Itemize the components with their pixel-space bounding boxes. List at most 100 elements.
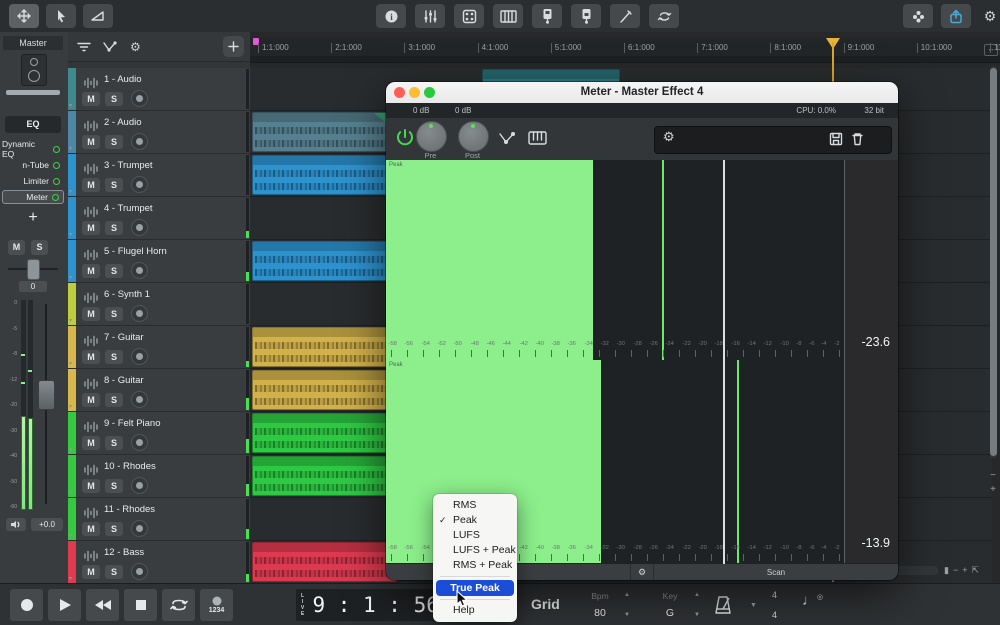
track-mute-button[interactable]: M [82,436,100,450]
track-collapse-icon[interactable]: ▾ [69,102,72,109]
info-button[interactable]: i [376,4,406,28]
track-row[interactable]: ▾10 - RhodesMS [68,455,250,498]
master-fader-handle[interactable] [38,380,55,410]
track-record-button[interactable] [131,262,148,279]
audio-clip[interactable] [252,112,397,152]
track-solo-button[interactable]: S [105,92,123,106]
track-solo-button[interactable]: S [105,264,123,278]
post-gain-knob[interactable] [458,121,489,152]
zoom-window-button[interactable] [424,87,435,98]
track-record-button[interactable] [131,434,148,451]
track-collapse-icon[interactable]: ▾ [69,532,72,539]
close-window-button[interactable] [394,87,405,98]
track-row[interactable]: ▾12 - BassMS [68,541,250,584]
track-mute-button[interactable]: M [82,264,100,278]
track-solo-button[interactable]: S [105,393,123,407]
track-row[interactable]: ▾9 - Felt PianoMS [68,412,250,455]
loop-toggle-button[interactable] [162,589,195,621]
effect-item-n-tube[interactable]: n-Tube [2,158,64,172]
track-row[interactable]: ▾2 - AudioMS [68,111,250,154]
track-record-button[interactable] [131,219,148,236]
play-button[interactable] [48,589,81,621]
zoom-in-v-button[interactable]: + [988,484,998,495]
settings-gear-icon[interactable]: ⚙ [979,8,1000,25]
effect-power-icon[interactable] [53,178,60,185]
master-gain-value[interactable]: +0.0 [31,518,63,531]
audio-track-button[interactable] [532,4,562,28]
monitor-toggle[interactable] [6,518,26,531]
track-record-button[interactable] [131,90,148,107]
pads-button[interactable] [454,4,484,28]
track-record-button[interactable] [131,477,148,494]
track-mute-button[interactable]: M [82,92,100,106]
window-titlebar[interactable]: Meter - Master Effect 4 [386,82,898,104]
track-solo-button[interactable]: S [105,307,123,321]
record-button[interactable] [10,589,43,621]
track-collapse-icon[interactable]: ▾ [69,231,72,238]
meter-options-gear-icon[interactable]: ⚙ [630,564,654,580]
effect-item-dynamic-eq[interactable]: Dynamic EQ [2,142,64,156]
power-icon[interactable] [395,128,415,148]
track-collapse-icon[interactable]: ▾ [69,360,72,367]
track-filter-icon[interactable] [76,41,92,53]
track-record-button[interactable] [131,305,148,322]
effect-power-icon[interactable] [52,194,59,201]
track-record-button[interactable] [131,520,148,537]
track-solo-button[interactable]: S [105,178,123,192]
audio-clip[interactable] [252,542,397,582]
count-in-button[interactable]: 1234 [200,589,233,621]
speaker-icon[interactable] [21,54,47,86]
time-signature[interactable]: 4 4 [772,590,777,620]
track-row[interactable]: ▾5 - Flugel HornMS [68,240,250,283]
track-mute-button[interactable]: M [82,350,100,364]
pre-gain-knob[interactable] [416,121,447,152]
audio-clip[interactable] [252,413,397,453]
menu-item-rms[interactable]: RMS [433,498,517,513]
key-down-icon[interactable]: ▼ [694,612,700,618]
automation-icon[interactable] [102,40,120,53]
bpm-value[interactable]: 80 [578,607,622,619]
key-value[interactable]: G [648,607,692,619]
track-collapse-icon[interactable]: ▾ [69,317,72,324]
menu-item-lufs-+-peak[interactable]: LUFS + Peak [433,543,517,558]
share-button[interactable] [941,4,971,28]
preset-selector[interactable]: - ⚙ [654,126,892,154]
track-solo-button[interactable]: S [105,350,123,364]
tuner-button[interactable] [610,4,640,28]
key-up-icon[interactable]: ▲ [694,592,700,598]
move-tool-button[interactable] [9,4,39,28]
track-row[interactable]: ▾11 - RhodesMS [68,498,250,541]
track-collapse-icon[interactable]: ▾ [69,575,72,582]
audio-clip[interactable] [252,327,397,367]
track-solo-button[interactable]: S [105,436,123,450]
track-collapse-icon[interactable]: ▾ [69,446,72,453]
track-collapse-icon[interactable]: ▾ [69,403,72,410]
master-mute-button[interactable]: M [8,240,25,255]
track-mute-button[interactable]: M [82,522,100,536]
meter-scan-button[interactable]: Scan [654,568,898,577]
track-settings-gear-icon[interactable]: ⚙ [130,40,141,54]
track-mute-button[interactable]: M [82,135,100,149]
grid-label[interactable]: Grid [531,596,560,612]
plugin-keyboard-icon[interactable] [528,131,547,145]
stop-button[interactable] [124,589,157,621]
track-record-button[interactable] [131,176,148,193]
instrument-track-button[interactable] [571,4,601,28]
track-record-button[interactable] [131,133,148,150]
add-effect-button[interactable]: + [5,206,61,230]
audio-clip[interactable] [252,241,397,281]
track-row[interactable]: ▾1 - AudioMS [68,68,250,111]
minimize-window-button[interactable] [409,87,420,98]
track-solo-button[interactable]: S [105,522,123,536]
track-mute-button[interactable]: M [82,565,100,579]
plugins-button[interactable] [903,4,933,28]
audio-clip[interactable] [252,155,397,195]
track-solo-button[interactable]: S [105,221,123,235]
master-collapse-bar[interactable] [6,90,60,95]
add-track-button[interactable] [223,36,244,57]
effect-power-icon[interactable] [53,162,60,169]
audio-clip[interactable] [252,456,397,496]
track-row[interactable]: ▾4 - TrumpetMS [68,197,250,240]
effect-power-icon[interactable] [53,146,60,153]
zoom-out-v-button[interactable]: − [988,470,998,481]
